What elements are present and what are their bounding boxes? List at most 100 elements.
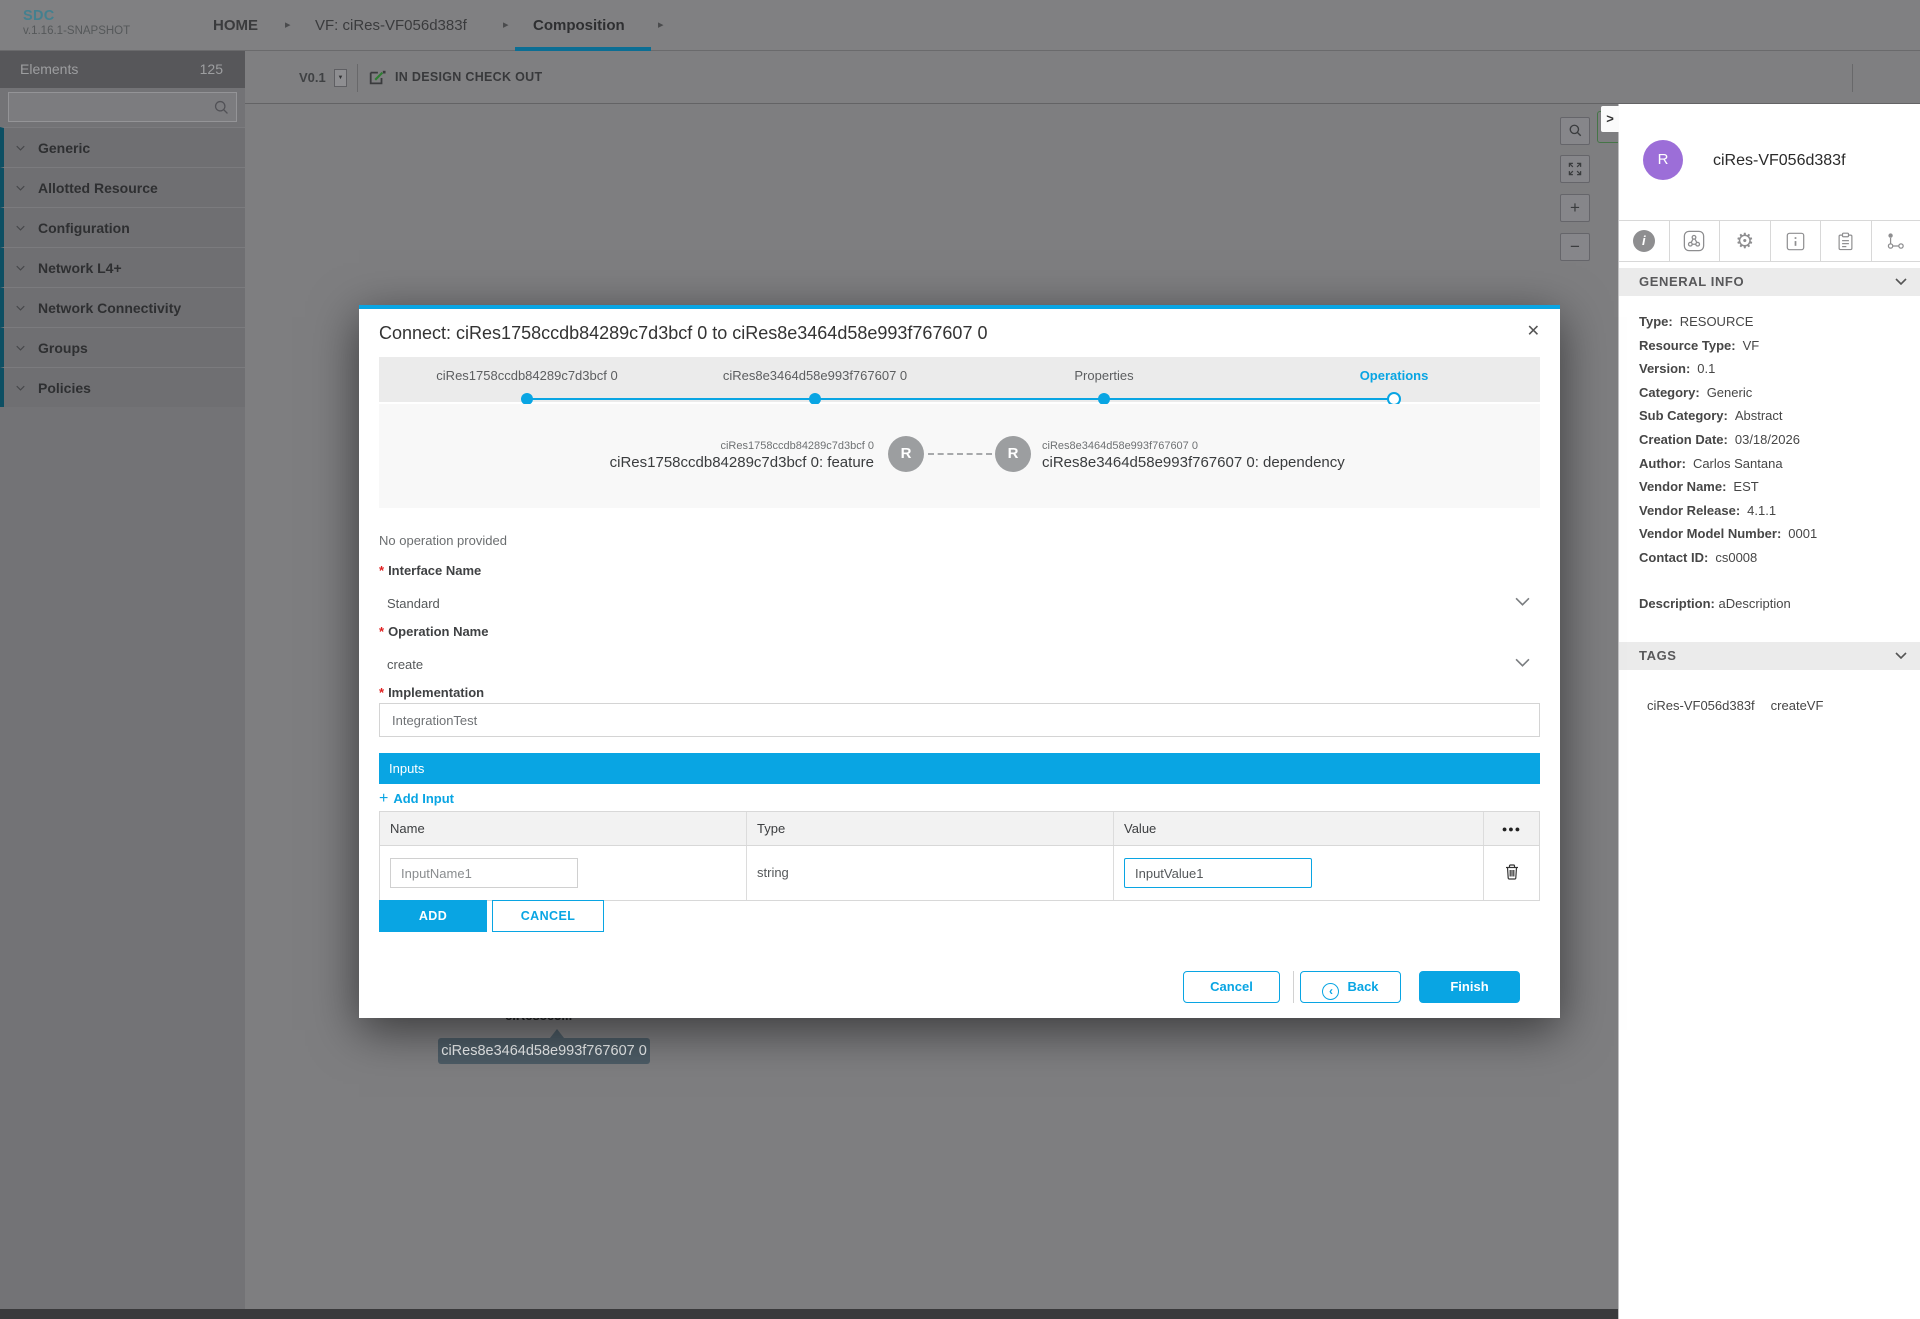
cancel-button[interactable]: Cancel bbox=[1183, 971, 1280, 1003]
chevron-down-icon[interactable] bbox=[1515, 658, 1530, 667]
no-operation-text: No operation provided bbox=[379, 533, 507, 548]
tab-properties[interactable]: ⚙ bbox=[1720, 221, 1771, 261]
wizard-step-to[interactable]: ciRes8e3464d58e993f767607 0 bbox=[723, 368, 907, 383]
general-info-section-header[interactable]: GENERAL INFO bbox=[1619, 268, 1920, 296]
chevron-down-icon bbox=[16, 305, 25, 311]
back-button[interactable]: ‹Back bbox=[1300, 971, 1401, 1003]
input-name-field[interactable] bbox=[390, 858, 578, 888]
delete-row-icon[interactable] bbox=[1505, 864, 1519, 880]
field-version: Version:0.1 bbox=[1639, 357, 1911, 381]
workspace-toolbar: V0.1 ▼ IN DESIGN CHECK OUT Certify Check… bbox=[0, 51, 1920, 104]
chevron-down-icon bbox=[16, 345, 25, 351]
section-title: TAGS bbox=[1639, 648, 1677, 663]
chevron-down-icon bbox=[16, 185, 25, 191]
tab-information-artifacts[interactable] bbox=[1771, 221, 1822, 261]
panel-collapse-button[interactable]: > bbox=[1601, 106, 1619, 132]
interface-name-select[interactable]: Standard bbox=[387, 596, 440, 611]
app-version: v.1.16.1-SNAPSHOT bbox=[23, 25, 130, 37]
sidebar-item-generic[interactable]: Generic bbox=[0, 127, 245, 167]
tab-composition[interactable] bbox=[1670, 221, 1721, 261]
active-tab-underline bbox=[515, 47, 651, 51]
implementation-input[interactable] bbox=[379, 703, 1540, 737]
field-sub-category: Sub Category:Abstract bbox=[1639, 404, 1911, 428]
table-row: string bbox=[380, 846, 1539, 900]
required-marker: * bbox=[379, 624, 384, 639]
to-node-name: ciRes8e3464d58e993f767607 0 bbox=[1042, 440, 1198, 452]
panel-tab-bar: i ⚙ bbox=[1619, 220, 1920, 262]
palette-count-badge: 125 bbox=[200, 51, 223, 88]
field-author: Author:Carlos Santana bbox=[1639, 452, 1911, 476]
resource-title: ciRes-VF056d383f bbox=[1713, 152, 1846, 170]
chevron-down-icon bbox=[16, 225, 25, 231]
tab-general-info[interactable]: i bbox=[1619, 221, 1670, 261]
input-value-field[interactable] bbox=[1124, 858, 1312, 888]
sdc-application: SDC v.1.16.1-SNAPSHOT HOME ▸ VF: ciRes-V… bbox=[0, 0, 1920, 1319]
cell-actions bbox=[1484, 846, 1539, 900]
sidebar-item-label: Groups bbox=[38, 340, 88, 356]
breadcrumb-arrow-icon: ▸ bbox=[658, 0, 664, 51]
field-category: Category:Generic bbox=[1639, 381, 1911, 405]
tag-item: createVF bbox=[1771, 698, 1824, 713]
wizard-step-operations[interactable]: Operations bbox=[1360, 368, 1429, 383]
clipboard-icon bbox=[1837, 232, 1854, 251]
palette-category-list: Generic Allotted Resource Configuration … bbox=[0, 127, 245, 407]
table-cancel-button[interactable]: CANCEL bbox=[492, 900, 604, 932]
sidebar-item-label: Allotted Resource bbox=[38, 180, 158, 196]
gear-icon: ⚙ bbox=[1735, 231, 1754, 252]
canvas-zoom-in-button[interactable]: + bbox=[1560, 194, 1590, 222]
column-header-actions: ●●● bbox=[1484, 812, 1539, 845]
sidebar-item-label: Configuration bbox=[38, 220, 130, 236]
bottom-status-bar bbox=[0, 1309, 1618, 1319]
from-requirement-label: ciRes1758ccdb84289c7d3bcf 0: feature bbox=[610, 454, 874, 471]
add-button[interactable]: ADD bbox=[379, 900, 487, 932]
breadcrumb-arrow-icon: ▸ bbox=[285, 0, 291, 51]
tab-composition[interactable]: Composition bbox=[533, 0, 625, 51]
tab-requirements-capabilities[interactable] bbox=[1872, 221, 1920, 261]
field-creation-date: Creation Date:03/18/2026 bbox=[1639, 428, 1911, 452]
version-selector-value[interactable]: V0.1 bbox=[299, 51, 326, 104]
breadcrumb-home[interactable]: HOME bbox=[213, 0, 258, 51]
checkout-pencil-icon bbox=[368, 69, 386, 87]
version-spinner[interactable]: ▼ bbox=[334, 69, 347, 87]
app-title: SDC bbox=[23, 8, 130, 24]
sidebar-item-policies[interactable]: Policies bbox=[0, 367, 245, 407]
close-icon[interactable]: ✕ bbox=[1527, 321, 1540, 341]
palette-search-input[interactable] bbox=[8, 92, 237, 122]
dialog-title: Connect: ciRes1758ccdb84289c7d3bcf 0 to … bbox=[379, 323, 987, 344]
connect-dialog: Connect: ciRes1758ccdb84289c7d3bcf 0 to … bbox=[359, 305, 1560, 1018]
sidebar-item-groups[interactable]: Groups bbox=[0, 327, 245, 367]
sidebar-item-configuration[interactable]: Configuration bbox=[0, 207, 245, 247]
sidebar-item-label: Network Connectivity bbox=[38, 300, 181, 316]
search-icon bbox=[213, 99, 230, 116]
sidebar-item-network-connectivity[interactable]: Network Connectivity bbox=[0, 287, 245, 327]
lifecycle-status: IN DESIGN CHECK OUT bbox=[395, 51, 542, 104]
field-vendor-model-number: Vendor Model Number:0001 bbox=[1639, 522, 1911, 546]
field-vendor-release: Vendor Release:4.1.1 bbox=[1639, 499, 1911, 523]
breadcrumb-vf[interactable]: VF: ciRes-VF056d383f bbox=[315, 0, 467, 51]
chevron-down-icon[interactable] bbox=[1515, 597, 1530, 606]
chevron-down-icon bbox=[16, 385, 25, 391]
column-header-name: Name bbox=[380, 812, 747, 845]
section-title: GENERAL INFO bbox=[1639, 274, 1744, 289]
sidebar-item-label: Policies bbox=[38, 380, 91, 396]
tags-section-header[interactable]: TAGS bbox=[1619, 642, 1920, 670]
sidebar-item-network-l4[interactable]: Network L4+ bbox=[0, 247, 245, 287]
tab-deployment-artifacts[interactable] bbox=[1821, 221, 1872, 261]
canvas-fit-screen-button[interactable] bbox=[1560, 155, 1590, 183]
add-input-link[interactable]: +Add Input bbox=[379, 790, 454, 808]
inputs-section-header: Inputs bbox=[379, 753, 1540, 784]
canvas-zoom-out-button[interactable]: − bbox=[1560, 233, 1590, 261]
field-vendor-name: Vendor Name:EST bbox=[1639, 475, 1911, 499]
canvas-search-button[interactable] bbox=[1560, 117, 1590, 145]
operation-name-select[interactable]: create bbox=[387, 657, 423, 672]
interface-name-label: *Interface Name bbox=[379, 563, 481, 578]
sidebar-item-allotted-resource[interactable]: Allotted Resource bbox=[0, 167, 245, 207]
required-marker: * bbox=[379, 685, 384, 700]
wizard-step-properties[interactable]: Properties bbox=[1074, 368, 1133, 383]
composition-icon bbox=[1683, 230, 1705, 252]
finish-button[interactable]: Finish bbox=[1419, 971, 1520, 1003]
implementation-label: *Implementation bbox=[379, 685, 484, 700]
footer-divider bbox=[1293, 971, 1294, 1003]
wizard-step-from[interactable]: ciRes1758ccdb84289c7d3bcf 0 bbox=[436, 368, 617, 383]
to-capability-label: ciRes8e3464d58e993f767607 0: dependency bbox=[1042, 454, 1345, 471]
